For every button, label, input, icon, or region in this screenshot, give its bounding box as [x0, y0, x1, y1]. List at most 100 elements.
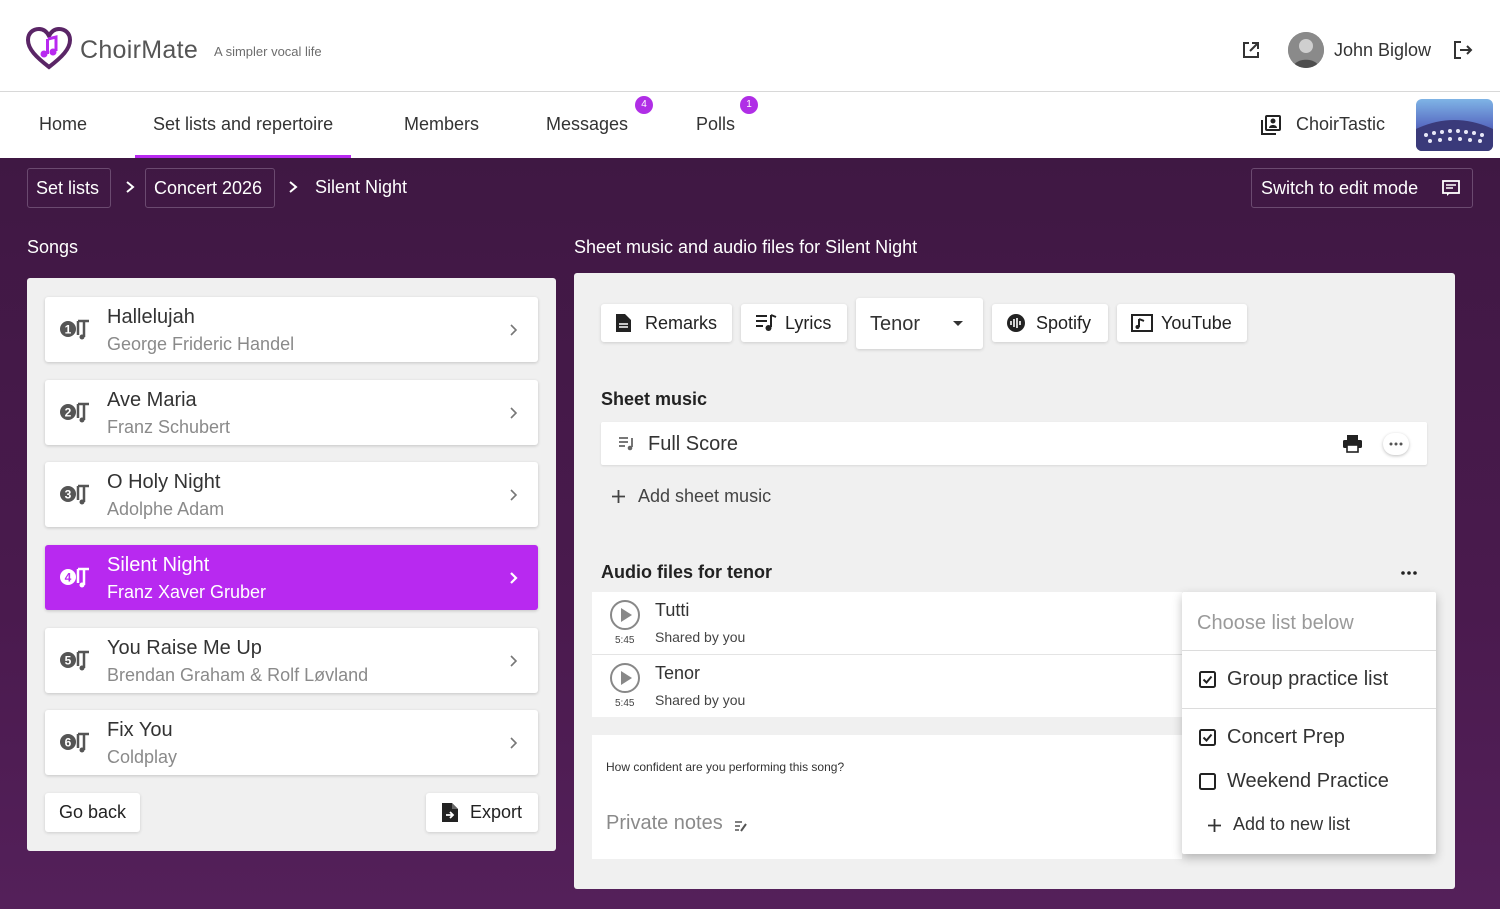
chevron-right-icon — [510, 407, 518, 419]
audio-shared-by: Shared by you — [655, 692, 746, 708]
song-artist: George Frideric Handel — [107, 334, 295, 354]
menu-item-label: Weekend Practice — [1227, 770, 1389, 792]
menu-divider — [1182, 650, 1436, 651]
caret-down-icon — [953, 321, 963, 326]
song-number: 3 — [65, 488, 72, 502]
export-label: Export — [470, 802, 523, 822]
chevron-right-icon — [510, 655, 518, 667]
logout-icon[interactable] — [1452, 39, 1474, 61]
menu-item-weekend-practice[interactable]: Weekend Practice — [1182, 764, 1436, 800]
audio-file-row[interactable]: 5:45 Tutti Shared by you — [592, 592, 1182, 654]
song-number: 4 — [65, 571, 72, 585]
sheet-music-icon — [619, 437, 633, 451]
voice-select-value: Tenor — [870, 313, 921, 335]
audio-more-icon[interactable] — [1401, 571, 1417, 575]
choir-name[interactable]: ChoirTastic — [1296, 114, 1385, 135]
play-icon[interactable] — [609, 662, 641, 694]
checkbox-unchecked-icon[interactable] — [1199, 773, 1216, 790]
nav-polls[interactable]: Polls — [696, 92, 735, 158]
song-card[interactable]: 6 Fix You Coldplay — [45, 710, 538, 775]
nav-messages[interactable]: Messages — [546, 92, 628, 158]
messages-badge: 4 — [635, 96, 653, 114]
avatar[interactable] — [1288, 32, 1324, 68]
lyrics-button[interactable]: Lyrics — [741, 304, 847, 342]
more-horizontal-icon — [1389, 442, 1403, 446]
menu-item-label: Group practice list — [1227, 668, 1389, 690]
edit-mode-icon — [1442, 180, 1460, 196]
choir-photo[interactable] — [1416, 99, 1493, 151]
tagline: A simpler vocal life — [214, 44, 322, 59]
song-title: Hallelujah — [107, 306, 195, 328]
nav-members[interactable]: Members — [404, 92, 479, 158]
song-card[interactable]: 1 Hallelujah George Frideric Handel — [45, 297, 538, 362]
print-icon[interactable] — [1342, 434, 1363, 453]
breadcrumb-set-lists[interactable]: Set lists — [27, 168, 111, 208]
add-to-new-list-button[interactable]: Add to new list — [1182, 808, 1436, 842]
song-card[interactable]: 4 Silent Night Franz Xaver Gruber — [45, 545, 538, 610]
lyrics-label: Lyrics — [785, 313, 832, 333]
menu-header: Choose list below — [1197, 612, 1354, 634]
voice-select[interactable]: Tenor — [856, 298, 983, 349]
song-title: Fix You — [107, 719, 173, 741]
edit-mode-label: Switch to edit mode — [1261, 178, 1419, 198]
menu-item-label: Concert Prep — [1227, 726, 1345, 748]
nav-home[interactable]: Home — [39, 92, 87, 158]
list-chooser-menu: Choose list below Group practice list Co… — [1182, 592, 1436, 854]
export-button[interactable]: Export — [426, 793, 538, 832]
song-title: You Raise Me Up — [107, 637, 262, 659]
private-notes-field[interactable]: Private notes — [606, 812, 766, 838]
remarks-button[interactable]: Remarks — [601, 304, 732, 342]
chevron-right-icon — [510, 737, 518, 749]
audio-file-row[interactable]: 5:45 Tenor Shared by you — [592, 655, 1182, 717]
song-card[interactable]: 5 You Raise Me Up Brendan Graham & Rolf Lø… — [45, 628, 538, 693]
plus-icon — [612, 490, 625, 503]
user-name[interactable]: John Biglow — [1334, 40, 1431, 61]
confidence-question: How confident are you performing this so… — [606, 760, 845, 774]
nav-set-lists[interactable]: Set lists and repertoire — [134, 92, 352, 158]
song-number-icon: 6 — [60, 732, 89, 753]
breadcrumb-concert[interactable]: Concert 2026 — [145, 168, 275, 208]
spotify-button[interactable]: Spotify — [992, 304, 1108, 342]
chevron-right-icon — [126, 181, 135, 193]
song-number-icon: 2 — [60, 402, 89, 423]
external-link-icon[interactable] — [1241, 40, 1261, 60]
add-to-new-list-label: Add to new list — [1233, 814, 1351, 834]
switch-edit-mode-button[interactable]: Switch to edit mode — [1251, 168, 1473, 208]
go-back-button[interactable]: Go back — [45, 793, 140, 832]
checkbox-checked-icon[interactable] — [1199, 671, 1216, 688]
document-icon — [616, 314, 631, 332]
song-number-icon: 4 — [60, 567, 89, 588]
audio-title: Tenor — [655, 663, 701, 683]
song-number: 2 — [65, 406, 72, 420]
music-heading: Sheet music and audio files for Silent N… — [574, 237, 918, 257]
song-title: Silent Night — [107, 554, 210, 576]
play-icon[interactable] — [609, 599, 641, 631]
checkbox-checked-icon[interactable] — [1199, 729, 1216, 746]
audio-title: Tutti — [655, 600, 690, 620]
song-number-icon: 3 — [60, 484, 89, 505]
choir-library-icon[interactable] — [1260, 114, 1282, 136]
youtube-button[interactable]: YouTube — [1117, 304, 1247, 342]
edit-notes-icon — [735, 821, 747, 832]
plus-icon — [1208, 819, 1221, 832]
private-notes-label: Private notes — [606, 812, 723, 834]
song-card[interactable]: 3 O Holy Night Adolphe Adam — [45, 462, 538, 527]
lyrics-icon — [756, 314, 777, 331]
remarks-label: Remarks — [645, 313, 718, 333]
more-options-button[interactable] — [1383, 433, 1409, 455]
polls-badge: 1 — [740, 96, 758, 114]
menu-item-concert-prep[interactable]: Concert Prep — [1182, 720, 1436, 756]
chevron-right-icon — [289, 181, 298, 193]
chevron-right-icon — [510, 489, 518, 501]
song-number-icon: 5 — [60, 650, 89, 671]
add-sheet-music-button[interactable]: Add sheet music — [611, 486, 791, 510]
song-artist: Adolphe Adam — [107, 499, 225, 519]
menu-item-group-practice[interactable]: Group practice list — [1182, 662, 1436, 698]
choirmate-logo-icon — [26, 27, 72, 70]
song-card[interactable]: 2 Ave Maria Franz Schubert — [45, 380, 538, 445]
song-artist: Franz Schubert — [107, 417, 231, 437]
sheet-music-row[interactable]: Full Score — [601, 422, 1427, 465]
youtube-icon — [1131, 314, 1153, 332]
song-number-icon: 1 — [60, 319, 89, 340]
chevron-right-icon — [510, 572, 518, 584]
